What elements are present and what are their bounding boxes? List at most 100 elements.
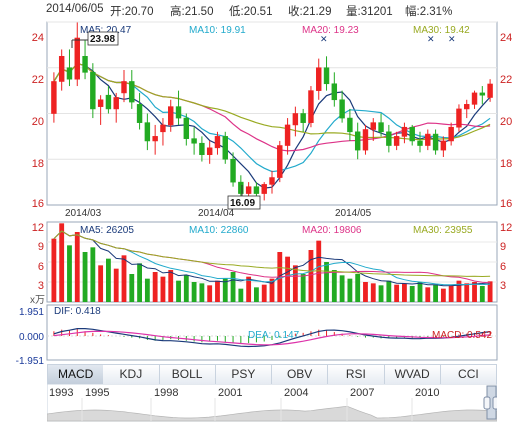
tab-cci[interactable]: CCI: [440, 364, 497, 385]
volume-bar: [440, 288, 446, 302]
candle-body: [269, 177, 275, 185]
timeline-left-handle[interactable]: [483, 396, 491, 410]
vol-legend-ma30: MA30: 23955: [413, 225, 473, 236]
candle-body: [440, 140, 447, 151]
tab-boll[interactable]: BOLL: [159, 364, 216, 385]
candle-body: [105, 94, 112, 110]
dea-label: DEA: 0.147: [248, 330, 300, 341]
volume-bar: [378, 285, 384, 302]
vol-tick: 6: [38, 261, 44, 273]
candle-body: [113, 97, 119, 110]
volume-bar: [152, 272, 158, 302]
tab-obv[interactable]: OBV: [272, 364, 329, 385]
quote-change: 幅:2.31%: [405, 6, 453, 18]
volume-bar: [417, 282, 423, 302]
candle-body: [121, 81, 127, 94]
volume-bar: [238, 288, 244, 302]
volume-bar: [370, 283, 376, 302]
legend-ma10: MA10: 19.91: [189, 25, 246, 36]
candle-body: [238, 181, 244, 194]
price-tick: 16: [500, 198, 512, 210]
candle-body: [58, 56, 65, 82]
candle-body: [409, 126, 415, 142]
candle-body: [277, 145, 283, 178]
candle-body: [308, 90, 314, 123]
timeline-year: 2004: [284, 387, 308, 399]
dif-label: DIF: 0.418: [54, 306, 101, 317]
volume-unit: x万: [30, 295, 45, 306]
volume-bar: [425, 287, 431, 302]
vol-tick: 6: [500, 261, 506, 273]
timeline-year: 2001: [218, 387, 242, 399]
tab-kdj[interactable]: KDJ: [103, 364, 160, 385]
candle-body: [214, 136, 221, 149]
vol-tick: 3: [500, 280, 506, 292]
candle-body: [175, 106, 182, 119]
tab-rsi[interactable]: RSI: [328, 364, 385, 385]
volume-bar: [347, 278, 353, 302]
candle-body: [487, 83, 493, 98]
timeline-year: 2007: [350, 387, 374, 399]
volume-bar: [292, 265, 298, 302]
price-tick: 24: [500, 32, 512, 44]
volume-bar: [90, 247, 96, 302]
macd-tick: 0.000: [19, 332, 44, 343]
volume-bar: [82, 252, 88, 302]
tab-macd[interactable]: MACD: [47, 364, 105, 385]
volume-bar: [448, 285, 454, 302]
vol-tick: 3: [38, 280, 44, 292]
macd-tick: -1.951: [16, 356, 45, 364]
quote-low: 低:20.51: [229, 6, 273, 18]
candle-body: [370, 122, 376, 130]
candle-body: [393, 136, 400, 146]
vol-legend-ma10: MA10: 22860: [189, 225, 249, 236]
volume-bar: [363, 282, 368, 302]
volume-bar: [339, 275, 345, 302]
candle-body: [401, 126, 408, 137]
volume-bar: [51, 238, 57, 302]
candle-body: [386, 131, 392, 146]
vol-tick: 9: [38, 241, 44, 253]
indicator-tab-bar: MACD KDJ BOLL PSY OBV RSI WVAD CCI: [47, 364, 497, 385]
volume-bar: [464, 283, 470, 302]
candle-body: [292, 113, 299, 126]
timeline-year: 1993: [49, 387, 73, 399]
volume-bar: [433, 284, 438, 302]
price-tick: 22: [500, 74, 512, 86]
legend-ma30: MA30: 19.42: [413, 25, 470, 36]
volume-bar: [394, 284, 400, 302]
quote-close: 收:21.29: [288, 6, 332, 18]
volume-bar: [207, 285, 213, 302]
volume-bar: [324, 262, 329, 302]
price-y-ticks-right: 24 22 20 18 16: [500, 32, 512, 210]
candle-body: [66, 67, 73, 80]
volume-bar: [67, 245, 72, 302]
price-y-ticks-left: 24 22 20 18 16: [32, 32, 44, 210]
volume-bar: [176, 280, 181, 302]
candle-body: [97, 99, 104, 107]
volume-y-ticks-right: 12 9 6 3: [500, 222, 512, 292]
stock-chart[interactable]: 24 22 20 18 16 24 22 20 18 16 MA5: 20.47…: [0, 18, 522, 364]
legend-ma20: MA20: 19.23: [302, 25, 359, 36]
timeline-year: 2010: [415, 387, 439, 399]
timeline-right-handle[interactable]: [492, 396, 497, 410]
volume-bar: [230, 272, 236, 302]
tab-wvad[interactable]: WVAD: [384, 364, 441, 385]
volume-bar: [479, 286, 485, 302]
candle-body: [362, 129, 369, 151]
candle-body: [261, 184, 267, 194]
candle-body: [144, 122, 151, 142]
volume-bar: [199, 283, 205, 302]
candle-body: [378, 122, 384, 133]
volume-bar: [261, 284, 267, 302]
price-x-labels: 2014/03 2014/04 2014/05: [65, 208, 372, 219]
candle-body: [230, 158, 236, 183]
candle-body: [51, 81, 57, 114]
timeline-navigator[interactable]: 1993 1995 1998 2001 2004 2007 2010: [47, 384, 497, 422]
candle-body: [136, 104, 143, 123]
tab-psy[interactable]: PSY: [215, 364, 272, 385]
timeline-year: 1995: [85, 387, 109, 399]
quote-volume: 量:31201: [346, 6, 393, 18]
price-tick: 22: [32, 74, 44, 86]
candle-body: [183, 117, 190, 139]
